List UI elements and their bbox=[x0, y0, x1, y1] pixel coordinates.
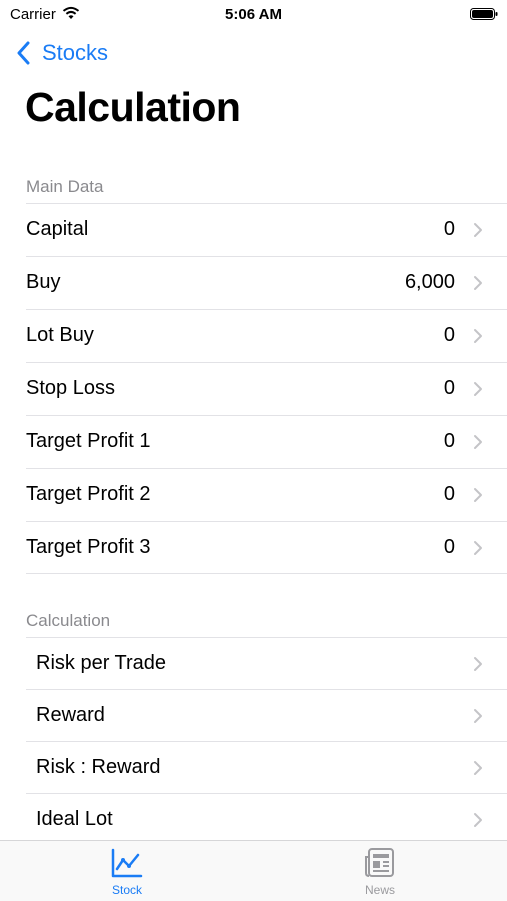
chevron-right-icon bbox=[474, 709, 482, 723]
row-label: Risk per Trade bbox=[36, 652, 167, 674]
chevron-right-icon bbox=[474, 382, 482, 396]
chevron-right-icon bbox=[474, 223, 482, 237]
row-risk-reward[interactable]: Risk : Reward bbox=[26, 741, 507, 794]
back-label: Stocks bbox=[42, 40, 109, 65]
row-ideal-lot[interactable]: Ideal Lot bbox=[26, 793, 507, 846]
row-value: 0 bbox=[443, 218, 455, 240]
row-label: Stop Loss bbox=[26, 377, 115, 399]
row-label: Target Profit 1 bbox=[26, 430, 151, 452]
row-label: Capital bbox=[26, 218, 89, 240]
page-title: Calculation bbox=[25, 84, 241, 130]
chevron-right-icon bbox=[474, 541, 482, 555]
row-value: 0 bbox=[443, 430, 455, 452]
row-label: Target Profit 2 bbox=[26, 483, 151, 505]
row-reward[interactable]: Reward bbox=[26, 689, 507, 742]
chevron-right-icon bbox=[474, 657, 482, 671]
chevron-left-icon bbox=[17, 41, 30, 65]
chevron-right-icon bbox=[474, 813, 482, 827]
row-value: 6,000 bbox=[404, 271, 455, 293]
section-header-main-data: Main Data bbox=[26, 177, 104, 196]
status-bar: Carrier 5:06 AM bbox=[0, 0, 507, 28]
row-value: 0 bbox=[443, 536, 455, 558]
row-stop-loss[interactable]: Stop Loss 0 bbox=[26, 362, 507, 415]
tab-stock[interactable]: Stock bbox=[67, 847, 187, 897]
status-time: 5:06 AM bbox=[225, 6, 282, 23]
tab-label: Stock bbox=[111, 883, 142, 897]
row-buy[interactable]: Buy 6,000 bbox=[26, 256, 507, 309]
chevron-right-icon bbox=[474, 488, 482, 502]
chevron-right-icon bbox=[474, 329, 482, 343]
row-label: Risk : Reward bbox=[36, 756, 161, 778]
back-button[interactable]: Stocks bbox=[16, 38, 108, 68]
chevron-right-icon bbox=[474, 435, 482, 449]
row-value: 0 bbox=[443, 483, 455, 505]
row-capital[interactable]: Capital 0 bbox=[26, 203, 507, 256]
newspaper-icon bbox=[365, 848, 394, 877]
row-label: Ideal Lot bbox=[36, 808, 113, 830]
row-risk-per-trade[interactable]: Risk per Trade bbox=[26, 637, 507, 690]
row-label: Lot Buy bbox=[26, 324, 94, 346]
tab-bar: Stock News bbox=[0, 840, 507, 901]
row-value: 0 bbox=[443, 377, 455, 399]
row-lot-buy[interactable]: Lot Buy 0 bbox=[26, 309, 507, 362]
chevron-right-icon bbox=[474, 761, 482, 775]
row-target-profit-3[interactable]: Target Profit 3 0 bbox=[26, 521, 507, 574]
chart-icon bbox=[111, 848, 143, 878]
tab-label: News bbox=[364, 883, 395, 897]
battery-icon bbox=[470, 8, 498, 20]
row-target-profit-1[interactable]: Target Profit 1 0 bbox=[26, 415, 507, 468]
row-value: 0 bbox=[443, 324, 455, 346]
section-header-calculation: Calculation bbox=[26, 611, 111, 630]
tab-news[interactable]: News bbox=[320, 847, 440, 897]
row-label: Buy bbox=[26, 271, 61, 293]
row-label: Reward bbox=[36, 704, 105, 726]
chevron-right-icon bbox=[474, 276, 482, 290]
row-target-profit-2[interactable]: Target Profit 2 0 bbox=[26, 468, 507, 521]
row-label: Target Profit 3 bbox=[26, 536, 151, 558]
